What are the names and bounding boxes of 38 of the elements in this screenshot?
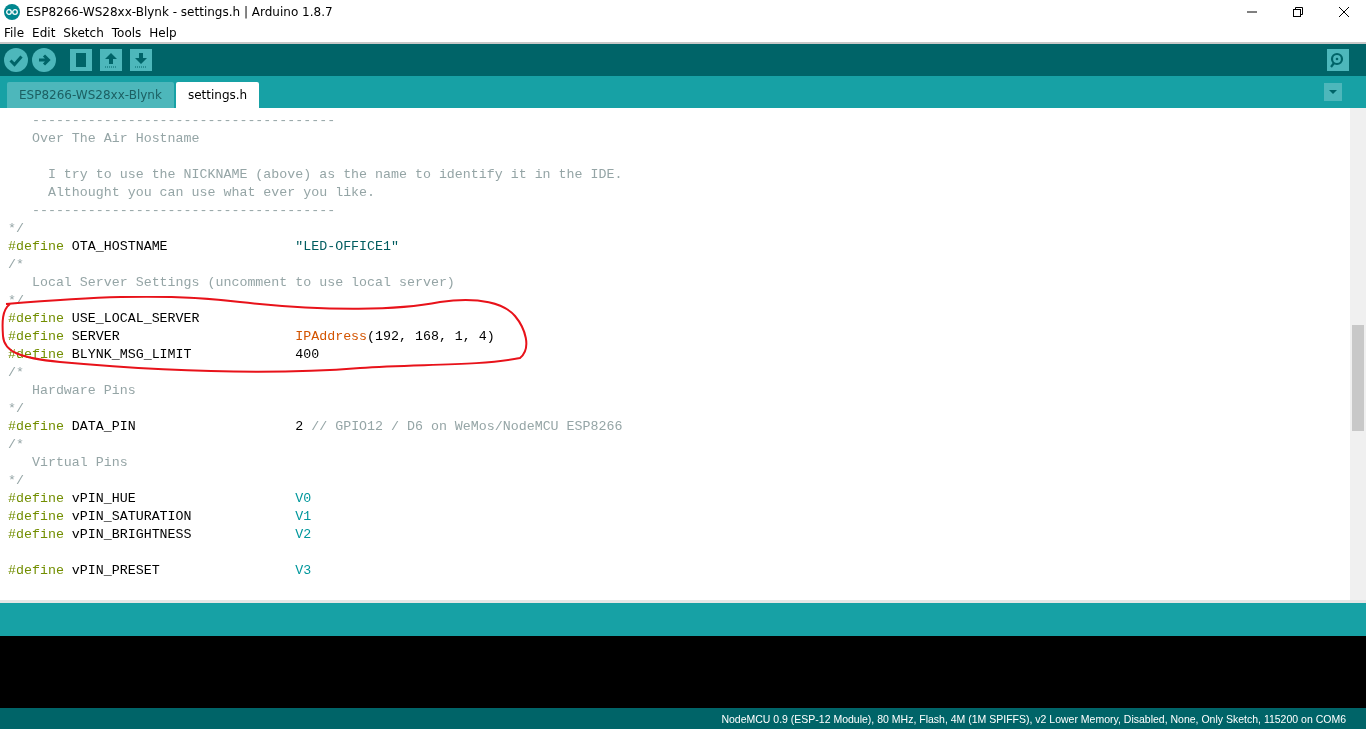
code-line: Over The Air Hostname — [30, 131, 200, 146]
code-line: Virtual Pins — [30, 455, 128, 470]
menu-item[interactable]: File — [4, 26, 25, 40]
verify-check-icon[interactable] — [4, 48, 28, 72]
code-line: #define vPIN_SATURATION V1 — [8, 509, 312, 524]
board-status-text: NodeMCU 0.9 (ESP-12 Module), 80 MHz, Flash, 4M (1M SPIFFS), v2 Lower Memory, Disabled, None, Only Sketch, 115200 on COM6 — [721, 712, 1346, 725]
code-line: I try to use the NICKNAME (above) as the name to identify it in the IDE. — [46, 167, 623, 182]
code-line: Local Server Settings (uncomment to use local server) — [30, 275, 455, 290]
window-title: ESP8266-WS28xx-Blynk - settings.h | Arduino 1.8.7 — [26, 5, 333, 19]
code-line: #define USE_LOCAL_SERVER — [8, 311, 200, 326]
code-line: */ — [8, 473, 24, 488]
menu-item[interactable]: Edit — [32, 26, 56, 40]
code-line: */ — [8, 221, 24, 236]
close-icon[interactable] — [1338, 6, 1350, 18]
code-line: #define SERVER IPAddress(192, 168, 1, 4) — [8, 329, 495, 344]
code-line: */ — [8, 401, 24, 416]
vertical-scrollbar[interactable] — [1350, 108, 1366, 600]
code-line: -------------------------------------- — [30, 113, 336, 128]
code-line: #define vPIN_PRESET V3 — [8, 563, 312, 578]
new-file-icon[interactable] — [70, 49, 92, 71]
code-line: /* — [8, 365, 24, 380]
code-line: #define OTA_HOSTNAME "LED-OFFICE1" — [8, 239, 399, 254]
menu-item[interactable]: Tools — [111, 26, 142, 40]
code-line: #define vPIN_BRIGHTNESS V2 — [8, 527, 312, 542]
restore-icon[interactable] — [1292, 6, 1304, 18]
menu-item[interactable]: Sketch — [63, 26, 104, 40]
code-line: Hardware Pins — [30, 383, 136, 398]
tab-menu-caret-icon[interactable] — [1324, 83, 1342, 101]
code-line: Althought you can use what ever you like. — [46, 185, 376, 200]
app-logo-icon — [4, 4, 20, 20]
serial-monitor-magnifier-icon[interactable] — [1327, 49, 1349, 71]
code-line: #define vPIN_HUE V0 — [8, 491, 312, 506]
editor-tab[interactable]: settings.h — [175, 82, 260, 108]
code-line: -------------------------------------- — [30, 203, 336, 218]
menu-item[interactable]: Help — [149, 26, 177, 40]
code-line: /* — [8, 257, 24, 272]
code-line: /* — [8, 437, 24, 452]
code-line: #define DATA_PIN 2 // GPIO12 / D6 on WeMos/NodeMCU ESP8266 — [8, 419, 623, 434]
